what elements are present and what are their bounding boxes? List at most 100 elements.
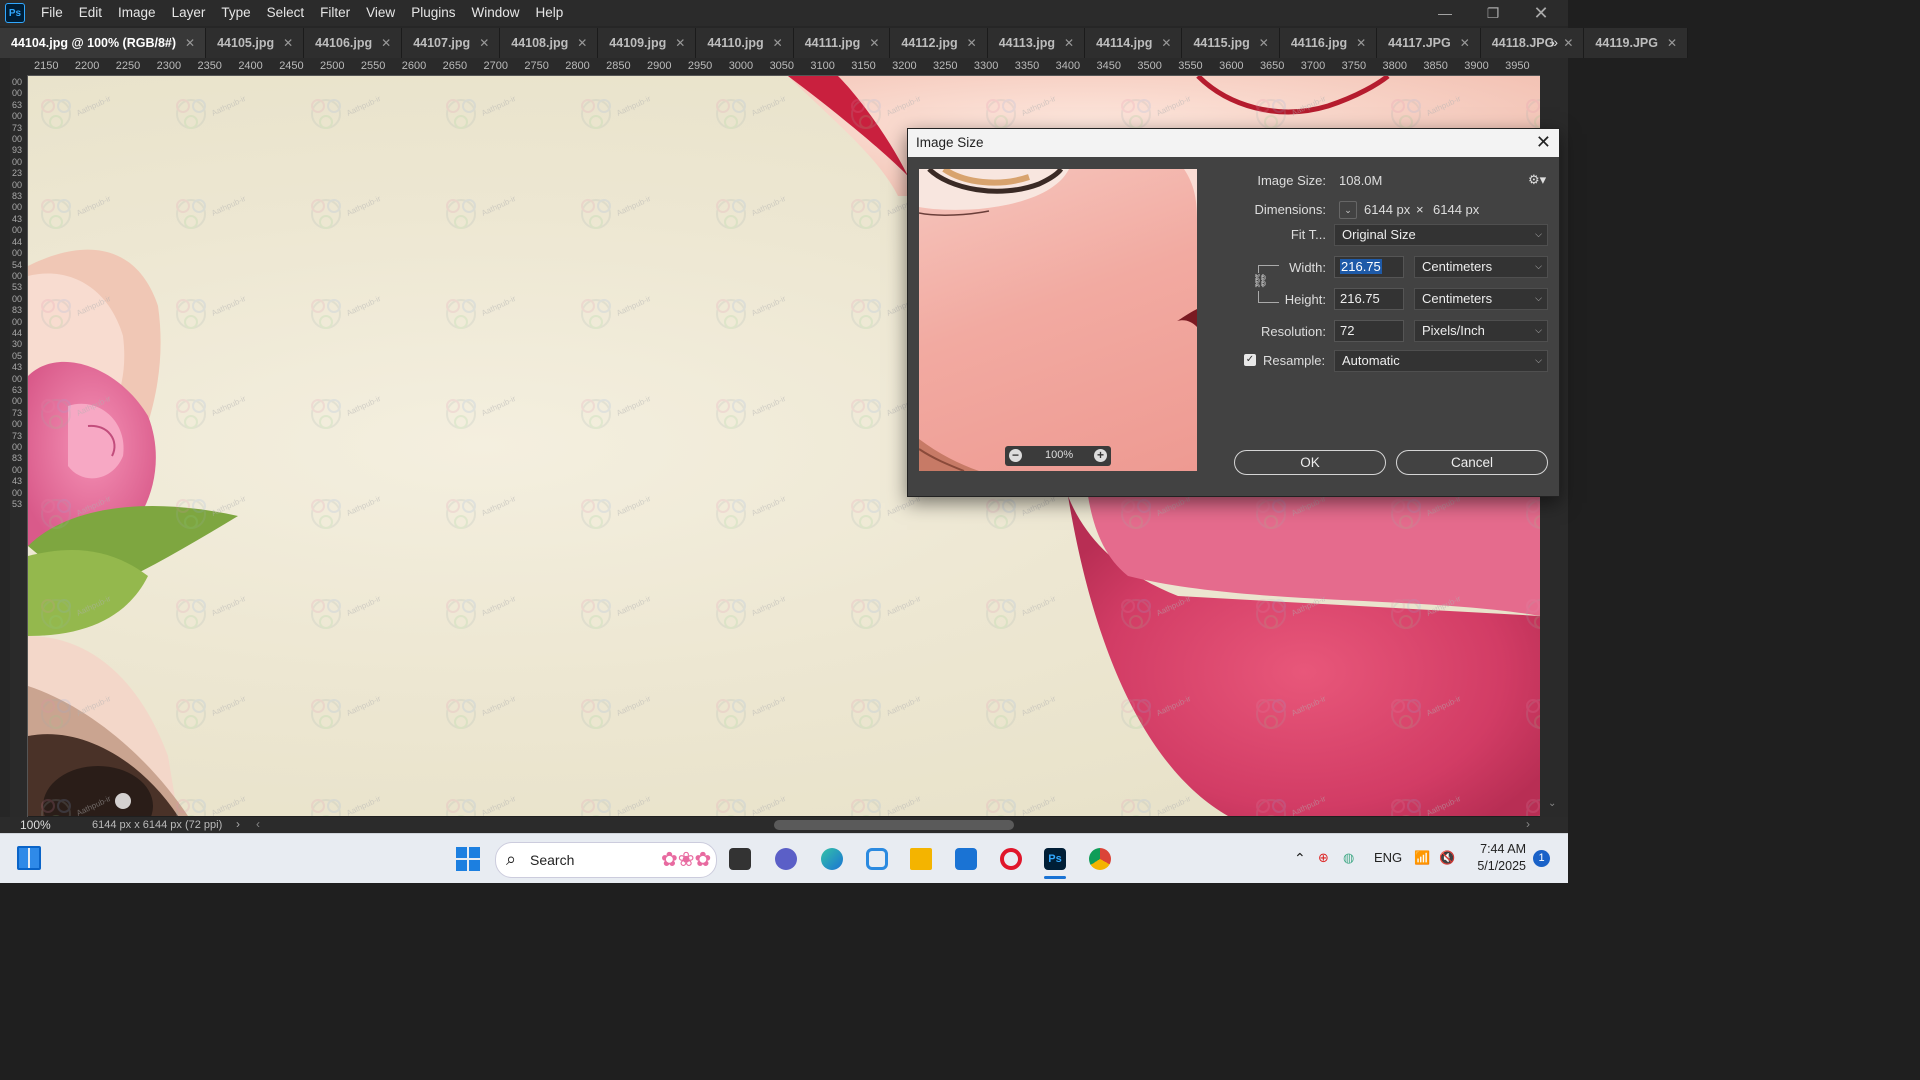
- tab-close-icon[interactable]: ✕: [283, 36, 293, 50]
- constrain-proportions-link-icon[interactable]: ⛓: [1252, 273, 1269, 291]
- vpn-icon[interactable]: ⊕: [1318, 850, 1329, 866]
- tab-close-icon[interactable]: ✕: [1460, 36, 1470, 50]
- menu-view[interactable]: View: [358, 0, 403, 26]
- zoom-in-icon[interactable]: +: [1094, 449, 1107, 462]
- tabs-overflow-chevron-icon[interactable]: »: [1550, 34, 1558, 50]
- file-explorer-icon[interactable]: [910, 848, 932, 870]
- document-tab[interactable]: 44111.jpg ✕: [793, 28, 891, 58]
- tab-close-icon[interactable]: ✕: [869, 36, 879, 50]
- menu-layer[interactable]: Layer: [164, 0, 214, 26]
- document-tab[interactable]: 44117.JPG ✕: [1377, 28, 1481, 58]
- opera-icon[interactable]: [1000, 848, 1022, 870]
- scroll-left-icon[interactable]: ‹: [256, 817, 260, 831]
- horizontal-scrollbar[interactable]: [774, 820, 1014, 830]
- height-input[interactable]: 216.75: [1334, 288, 1404, 310]
- tab-close-icon[interactable]: ✕: [381, 36, 391, 50]
- menu-type[interactable]: Type: [213, 0, 258, 26]
- vertical-ruler[interactable]: 0000630073009300230083004300440054005300…: [10, 75, 28, 820]
- tab-close-icon[interactable]: ✕: [1667, 36, 1677, 50]
- task-view-icon[interactable]: [729, 848, 751, 870]
- status-expand-icon[interactable]: ›: [236, 817, 240, 831]
- notification-badge[interactable]: 1: [1533, 850, 1550, 867]
- image-preview[interactable]: − 100% +: [919, 169, 1197, 471]
- document-tab[interactable]: 44115.jpg ✕: [1182, 28, 1280, 58]
- photoshop-taskbar-icon[interactable]: Ps: [1044, 848, 1066, 870]
- document-tab[interactable]: 44116.jpg ✕: [1279, 28, 1378, 58]
- document-tab[interactable]: 44105.jpg ✕: [206, 28, 305, 58]
- network-globe-icon[interactable]: ◍: [1343, 850, 1354, 866]
- edge-icon[interactable]: [821, 848, 843, 870]
- settings-gear-icon[interactable]: ⚙▾: [1528, 172, 1546, 188]
- horizontal-ruler[interactable]: 2150 2200 2250 2300 2350 2400 2450 2500 2550 2600…: [10, 58, 1540, 76]
- tab-close-icon[interactable]: ✕: [185, 36, 195, 50]
- clock-time[interactable]: 7:44 AM: [1474, 842, 1526, 856]
- document-tab[interactable]: 44112.jpg ✕: [890, 28, 988, 58]
- document-tab[interactable]: 44114.jpg ✕: [1085, 28, 1183, 58]
- fit-to-select[interactable]: Original Size ⌵: [1334, 224, 1548, 246]
- minimize-icon[interactable]: —: [1422, 0, 1468, 26]
- widgets-icon[interactable]: [17, 846, 41, 870]
- width-unit-select[interactable]: Centimeters ⌵: [1414, 256, 1548, 278]
- menu-filter[interactable]: Filter: [312, 0, 358, 26]
- close-window-icon[interactable]: ✕: [1518, 0, 1564, 26]
- width-unit-value: Centimeters: [1422, 259, 1493, 274]
- ok-button[interactable]: OK: [1234, 450, 1386, 475]
- resolution-input[interactable]: 72: [1334, 320, 1404, 342]
- menu-help[interactable]: Help: [527, 0, 571, 26]
- document-tab[interactable]: 44108.jpg ✕: [500, 28, 599, 58]
- menu-select[interactable]: Select: [259, 0, 313, 26]
- menu-image[interactable]: Image: [110, 0, 164, 26]
- tab-close-icon[interactable]: ✕: [675, 36, 685, 50]
- language-indicator[interactable]: ENG: [1374, 850, 1402, 865]
- snipping-tool-icon[interactable]: [866, 848, 888, 870]
- zoom-level[interactable]: 100%: [20, 818, 51, 832]
- document-tab[interactable]: 44109.jpg ✕: [598, 28, 697, 58]
- height-unit-select[interactable]: Centimeters ⌵: [1414, 288, 1548, 310]
- cancel-button[interactable]: Cancel: [1396, 450, 1548, 475]
- width-input[interactable]: 216.75: [1334, 256, 1404, 278]
- resample-value: Automatic: [1342, 353, 1400, 368]
- document-tab[interactable]: 44107.jpg ✕: [402, 28, 501, 58]
- menu-plugins[interactable]: Plugins: [403, 0, 463, 26]
- dialog-title-bar[interactable]: Image Size ✕: [908, 129, 1559, 157]
- tab-close-icon[interactable]: ✕: [1064, 36, 1074, 50]
- show-hidden-icons-chevron-icon[interactable]: ⌃: [1294, 850, 1306, 867]
- ruler-tick-label: 3500: [1137, 60, 1162, 72]
- tab-close-icon[interactable]: ✕: [773, 36, 783, 50]
- resolution-unit-select[interactable]: Pixels/Inch ⌵: [1414, 320, 1548, 342]
- tab-close-icon[interactable]: ✕: [967, 36, 977, 50]
- windows-start-icon[interactable]: [456, 847, 480, 871]
- scroll-down-icon[interactable]: ⌄: [1548, 798, 1556, 809]
- restore-icon[interactable]: ❐: [1470, 0, 1516, 26]
- menu-window[interactable]: Window: [463, 0, 527, 26]
- resample-checkbox[interactable]: ✓: [1244, 354, 1256, 366]
- document-tab[interactable]: 44119.JPG ✕: [1584, 28, 1689, 58]
- tab-close-icon[interactable]: ✕: [1259, 36, 1269, 50]
- chrome-icon[interactable]: [1089, 848, 1111, 870]
- microsoft-store-icon[interactable]: [955, 848, 977, 870]
- dialog-close-icon[interactable]: ✕: [1536, 132, 1551, 153]
- tab-close-icon[interactable]: ✕: [1161, 36, 1171, 50]
- tab-close-icon[interactable]: ✕: [1356, 36, 1366, 50]
- document-tab[interactable]: 44106.jpg ✕: [304, 28, 403, 58]
- document-tab[interactable]: 44118.JPG ✕: [1480, 28, 1585, 58]
- document-tab[interactable]: 44113.jpg ✕: [987, 28, 1086, 58]
- menu-edit[interactable]: Edit: [71, 0, 110, 26]
- tab-close-icon[interactable]: ✕: [479, 36, 489, 50]
- resample-select[interactable]: Automatic ⌵: [1334, 350, 1548, 372]
- tab-close-icon[interactable]: ✕: [1563, 36, 1573, 50]
- teams-icon[interactable]: [775, 848, 797, 870]
- width-label: Width:: [1289, 260, 1326, 275]
- taskbar-search[interactable]: ⌕ Search ✿❀✿: [495, 842, 717, 878]
- document-tab[interactable]: 44104.jpg @ 100% (RGB/8#) ✕: [0, 28, 207, 58]
- document-tab[interactable]: 44110.jpg ✕: [696, 28, 794, 58]
- resolution-value: 72: [1340, 323, 1355, 338]
- scroll-right-icon[interactable]: ›: [1526, 817, 1530, 831]
- menu-file[interactable]: File: [33, 0, 71, 26]
- clock-date[interactable]: 5/1/2025: [1474, 859, 1526, 873]
- zoom-out-icon[interactable]: −: [1009, 449, 1022, 462]
- wifi-icon[interactable]: 📶: [1414, 850, 1430, 866]
- speaker-muted-icon[interactable]: 🔇: [1439, 850, 1455, 866]
- tab-close-icon[interactable]: ✕: [577, 36, 587, 50]
- dimensions-units-dropdown[interactable]: ⌄: [1339, 201, 1357, 219]
